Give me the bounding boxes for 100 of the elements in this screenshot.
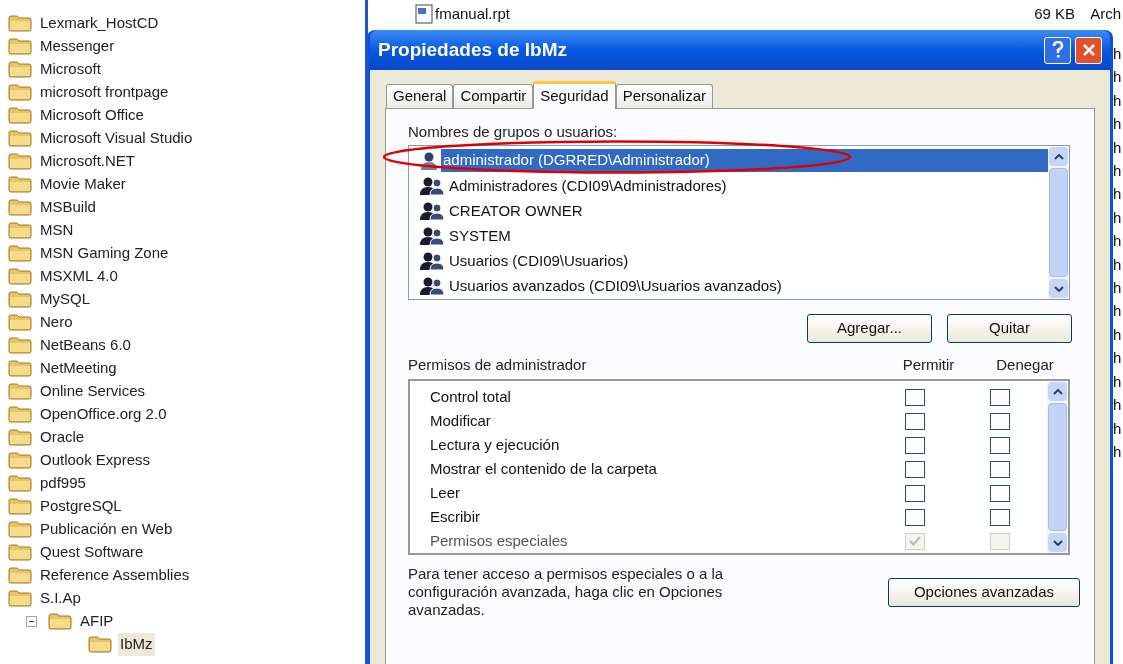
users-group-icon [419,276,445,297]
folder-name[interactable]: microsoft frontpage [38,81,171,104]
file-type: h [1113,395,1123,416]
folder-name[interactable]: NetMeeting [38,357,119,380]
folder-name[interactable]: Microsoft Office [38,104,146,127]
permissions-label: Permisos de administrador [408,354,588,375]
folder-name[interactable]: Publicación en Web [38,518,175,541]
folder-name[interactable]: Reference Assemblies [38,564,192,587]
folder-name[interactable]: MSBuild [38,196,98,219]
folder-icon [8,406,32,423]
tab[interactable]: Personalizar [615,84,713,108]
file-size: 69 KB [1033,3,1075,24]
folder-name[interactable]: Movie Maker [38,173,128,196]
permission-name: Modificar [430,410,492,431]
file-type: h [1113,137,1123,158]
folder-name[interactable]: Outlook Express [38,449,153,472]
file-type: h [1113,324,1123,345]
folder-icon [8,567,32,584]
folder-name[interactable]: Microsoft Visual Studio [38,127,195,150]
users-label: Nombres de grupos o usuarios: [408,123,619,141]
collapse-toggle[interactable] [26,616,37,627]
scrollbar[interactable] [1047,381,1068,553]
checkbox[interactable] [989,388,1010,406]
close-button[interactable] [1075,36,1102,64]
folder-icon [8,291,32,308]
folder-icon [8,222,32,239]
user-entry[interactable]: Usuarios (CDI09\Usuarios) [447,250,631,273]
scrollbar[interactable] [1048,146,1069,299]
folder-icon [8,498,32,515]
add-button[interactable]: Agregar... [807,314,932,343]
user-entry[interactable]: SYSTEM [447,224,513,248]
user-entry[interactable]: Usuarios avanzados (CDI09\Usuarios avanzados) [447,275,784,298]
folder-name[interactable]: AFIP [78,610,116,633]
folder-name[interactable]: S.I.Ap [38,587,83,610]
file-type: Arch [1089,3,1121,24]
checkbox[interactable] [904,388,925,406]
folder-name[interactable]: MSN Gaming Zone [38,242,171,265]
scroll-thumb[interactable] [1049,168,1068,277]
folder-name[interactable]: IbMz [118,633,155,656]
folder-name[interactable]: PostgreSQL [38,495,124,518]
folder-name[interactable]: Oracle [38,426,87,449]
folder-icon [8,360,32,377]
user-entry[interactable]: Administradores (CDI09\Administradores) [447,174,729,197]
checkbox[interactable] [904,436,925,454]
checkbox[interactable] [989,436,1010,454]
tab[interactable]: General [386,84,454,108]
folder-icon [88,636,112,653]
help-button[interactable] [1044,36,1071,64]
file-type: h [1113,184,1123,205]
folder-name[interactable]: Quest Software [38,541,146,564]
file-type: h [1113,301,1123,322]
folder-name[interactable]: NetBeans 6.0 [38,334,133,357]
window-title: Propiedades de IbMz [378,37,568,62]
folder-icon [8,84,32,101]
advanced-options-button[interactable]: Opciones avanzadas [888,577,1080,607]
folder-icon [8,130,32,147]
file-type: h [1113,231,1123,252]
folder-icon [8,61,32,78]
checkbox[interactable] [989,508,1010,526]
folder-icon [8,107,32,124]
remove-button[interactable]: Quitar [947,314,1072,343]
folder-name[interactable]: pdf995 [38,472,88,495]
folder-icon [8,245,32,262]
folder-name[interactable]: Microsoft [38,58,103,81]
file-type: h [1113,418,1123,439]
checkbox[interactable] [904,412,925,430]
folder-name[interactable]: MySQL [38,288,92,311]
permission-name: Control total [430,386,512,407]
checkbox[interactable] [904,460,925,478]
folder-name[interactable]: MSXML 4.0 [38,265,120,288]
file-name[interactable]: fmanual.rpt [435,2,511,26]
checkbox[interactable] [989,460,1010,478]
tab[interactable]: Seguridad [533,81,616,109]
permission-name: Leer [430,482,462,503]
folder-name[interactable]: Microsoft.NET [38,150,137,173]
permission-name: Mostrar el contenido de la carpeta [430,458,658,479]
advanced-help-text: Para tener acceso a permisos especiales o a la configuración avanzada, haga clic en Opciones avanzadas. [408,565,725,619]
folder-name[interactable]: MSN [38,219,76,242]
scroll-up-icon[interactable] [1049,147,1068,166]
close-icon [1081,43,1096,57]
scroll-up-icon[interactable] [1048,382,1067,401]
folder-name[interactable]: Online Services [38,380,148,403]
tab[interactable]: Compartir [453,84,534,108]
checkbox[interactable] [989,412,1010,430]
folder-name[interactable]: Messenger [38,35,117,58]
user-entry[interactable]: CREATOR OWNER [447,199,585,223]
checkbox[interactable] [989,484,1010,502]
file-type: h [1113,161,1123,182]
checkbox[interactable] [904,508,925,526]
file-type: h [1113,371,1123,392]
folder-icon [8,475,32,492]
folder-name[interactable]: Lexmark_HostCD [38,12,161,35]
checkbox[interactable] [904,484,925,502]
users-group-icon [419,200,445,221]
folder-name[interactable]: OpenOffice.org 2.0 [38,403,169,426]
folder-name[interactable]: Nero [38,311,75,334]
scroll-down-icon[interactable] [1049,279,1068,298]
user-entry[interactable]: administrador (DGRRED\Administrador) [441,149,1048,172]
scroll-thumb[interactable] [1048,403,1067,531]
scroll-down-icon[interactable] [1048,533,1067,552]
